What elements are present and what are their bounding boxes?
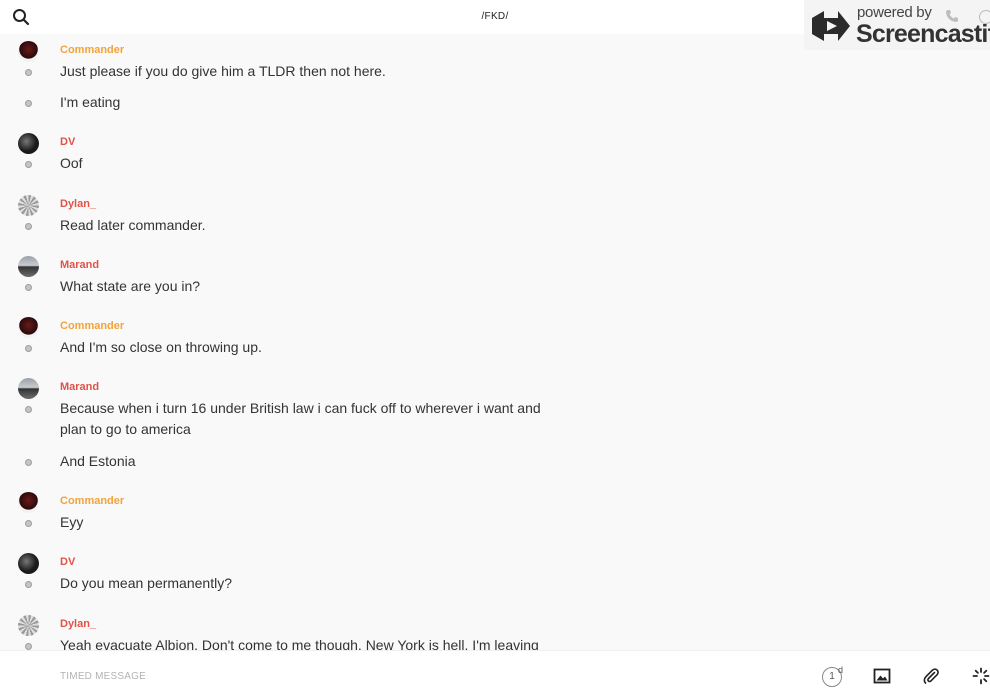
sender-name[interactable]: Dylan_ <box>60 618 96 630</box>
message-text: Read later commander. <box>60 217 206 233</box>
read-status-icon <box>25 345 32 352</box>
read-status-icon <box>25 69 32 76</box>
image-icon[interactable] <box>873 667 891 685</box>
sender-name[interactable]: DV <box>60 556 75 568</box>
read-status-icon <box>25 520 32 527</box>
read-status-icon <box>25 100 32 107</box>
sender-name[interactable]: Commander <box>60 320 124 332</box>
message-list[interactable]: Commander Just please if you do give him… <box>0 34 990 650</box>
sender-name[interactable]: Commander <box>60 44 124 56</box>
timed-message-input[interactable] <box>60 665 760 687</box>
message-text: And I'm so close on throwing up. <box>60 339 262 355</box>
read-status-icon <box>25 161 32 168</box>
sender-name[interactable]: Commander <box>60 495 124 507</box>
composer-bar: 1 d <box>0 650 990 700</box>
screencastify-logo-icon <box>812 11 850 41</box>
avatar[interactable] <box>18 133 39 154</box>
screencastify-watermark: powered by Screencastify <box>804 0 990 50</box>
avatar[interactable] <box>18 317 39 338</box>
message-text: Just please if you do give him a TLDR th… <box>60 63 386 79</box>
message-text: Because when i turn 16 under British law… <box>60 400 541 437</box>
message-text: What state are you in? <box>60 278 201 294</box>
read-status-icon <box>25 581 32 588</box>
watermark-powered-by: powered by <box>857 4 932 21</box>
avatar[interactable] <box>18 378 39 399</box>
paperclip-icon[interactable] <box>922 667 940 685</box>
sparkle-icon[interactable] <box>972 667 990 685</box>
info-icon[interactable] <box>979 10 990 24</box>
read-status-icon <box>25 459 32 466</box>
read-status-icon <box>25 406 32 413</box>
sender-name[interactable]: Marand <box>60 381 99 393</box>
avatar[interactable] <box>18 195 39 216</box>
sender-name[interactable]: Dylan_ <box>60 198 96 210</box>
message-text: Do you mean permanently? <box>60 575 232 591</box>
sender-name[interactable]: Marand <box>60 259 99 271</box>
read-status-icon <box>25 284 32 291</box>
avatar[interactable] <box>18 256 39 277</box>
timer-unit: d <box>838 665 844 675</box>
message-text: Oof <box>60 155 83 171</box>
message-text: Eyy <box>60 514 84 530</box>
avatar[interactable] <box>18 492 39 513</box>
read-status-icon <box>25 223 32 230</box>
phone-icon[interactable] <box>945 9 959 23</box>
avatar[interactable] <box>18 553 39 574</box>
avatar[interactable] <box>18 41 39 62</box>
message-text: Yeah evacuate Albion. Don't come to me t… <box>60 637 539 650</box>
sender-name[interactable]: DV <box>60 136 75 148</box>
message-text: I'm eating <box>60 94 121 110</box>
read-status-icon <box>25 643 32 650</box>
watermark-brand: Screencastify <box>856 20 990 48</box>
avatar[interactable] <box>18 615 39 636</box>
message-text: And Estonia <box>60 453 136 469</box>
